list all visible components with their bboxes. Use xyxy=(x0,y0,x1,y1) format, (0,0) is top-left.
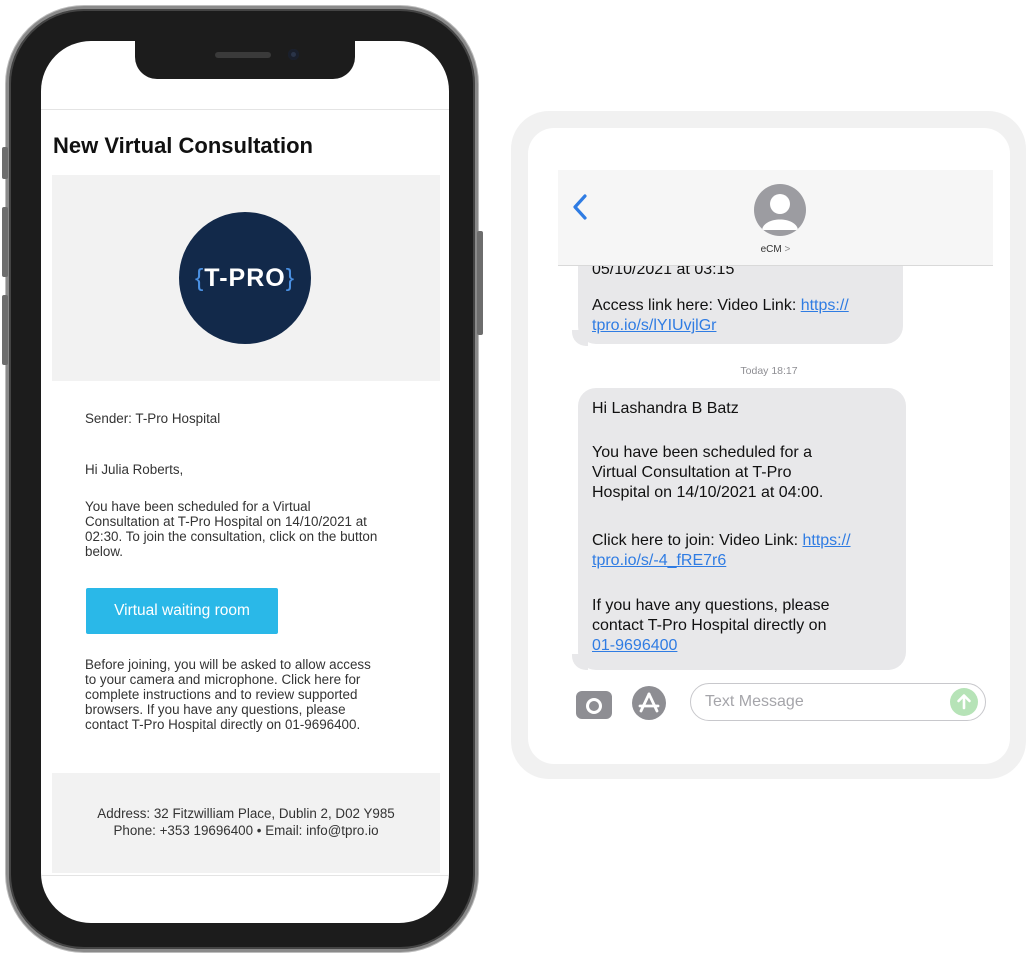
phone-notch xyxy=(135,41,355,79)
message-bubble-latest: Hi Lashandra B Batz You have been schedu… xyxy=(578,388,906,670)
email-greeting: Hi Julia Roberts, xyxy=(85,462,184,477)
email-sender: Sender: T-Pro Hospital xyxy=(85,411,221,426)
chevron-left-icon[interactable] xyxy=(572,194,588,228)
bubble-tail xyxy=(572,330,588,346)
silent-switch xyxy=(2,147,8,179)
app-store-icon[interactable] xyxy=(632,686,666,720)
video-link[interactable]: tpro.io/s/lYIUvjlGr xyxy=(592,317,716,334)
logo-text: T-PRO xyxy=(204,263,286,292)
email-info-text: Before joining, you will be asked to all… xyxy=(85,657,421,732)
contact-avatar[interactable] xyxy=(754,184,806,236)
divider xyxy=(41,109,449,110)
front-camera-icon xyxy=(288,49,299,60)
iphone-frame: New Virtual Consultation {T-PRO} Sender:… xyxy=(2,6,483,952)
phone-link[interactable]: 01-9696400 xyxy=(592,637,677,654)
logo-panel: {T-PRO} xyxy=(52,175,440,381)
camera-icon[interactable] xyxy=(576,691,612,719)
conversation-header: eCM > xyxy=(558,170,993,266)
contact-name[interactable]: eCM > xyxy=(558,244,993,255)
video-link[interactable]: tpro.io/s/-4_fRE7r6 xyxy=(592,552,726,569)
message-timestamp: Today 18:17 xyxy=(740,365,798,377)
email-footer: Address: 32 Fitzwilliam Place, Dublin 2,… xyxy=(52,773,440,873)
tpro-logo: {T-PRO} xyxy=(179,212,311,344)
message-input-bar xyxy=(528,680,1010,721)
volume-up-button xyxy=(2,207,8,277)
send-arrow-icon[interactable] xyxy=(950,688,978,716)
email-title: New Virtual Consultation xyxy=(53,133,313,158)
virtual-waiting-room-button[interactable]: Virtual waiting room xyxy=(86,588,278,634)
footer-contact: Phone: +353 19696400 • Email: info@tpro.… xyxy=(113,823,379,838)
footer-address: Address: 32 Fitzwilliam Place, Dublin 2,… xyxy=(97,806,395,821)
sms-card: 05/10/2021 at 03:15 Access link here: Vi… xyxy=(528,128,1010,764)
volume-down-button xyxy=(2,295,8,365)
phone-screen: New Virtual Consultation {T-PRO} Sender:… xyxy=(41,41,449,923)
power-button xyxy=(477,231,483,335)
email-schedule-text: You have been scheduled for a Virtual Co… xyxy=(85,499,378,559)
video-link[interactable]: https:// xyxy=(801,297,849,314)
divider xyxy=(41,875,449,876)
bubble-tail xyxy=(572,654,588,670)
chevron-right-icon: > xyxy=(784,244,791,255)
text-message-input[interactable] xyxy=(690,683,986,721)
video-link[interactable]: https:// xyxy=(802,532,850,549)
instructions-link[interactable]: to your camera and microphone. Click her… xyxy=(85,672,421,687)
speaker-grille xyxy=(215,52,271,58)
